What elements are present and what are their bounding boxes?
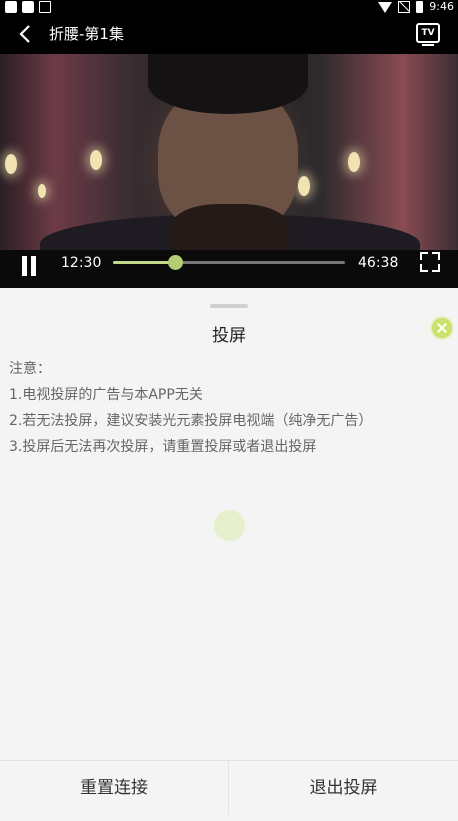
notification-icon bbox=[22, 1, 34, 13]
status-time: 9:46 bbox=[429, 0, 454, 13]
reset-connection-button[interactable]: 重置连接 bbox=[0, 761, 228, 821]
sim-icon bbox=[39, 1, 51, 13]
notice-item: 2.若无法投屏，建议安装光元素投屏电视端（纯净无广告） bbox=[9, 413, 373, 429]
cast-sheet: 投屏 注意： 1.电视投屏的广告与本APP无关 2.若无法投屏，建议安装光元素投… bbox=[0, 290, 458, 760]
close-icon[interactable] bbox=[432, 318, 452, 338]
seek-bar[interactable] bbox=[113, 255, 345, 270]
drag-handle[interactable] bbox=[210, 304, 248, 308]
video-title: 折腰-第1集 bbox=[49, 25, 124, 43]
player-header: 折腰-第1集 TV bbox=[0, 14, 458, 54]
notice-list: 注意： 1.电视投屏的广告与本APP无关 2.若无法投屏，建议安装光元素投屏电视… bbox=[9, 356, 372, 460]
notice-item: 3.投屏后无法再次投屏，请重置投屏或者退出投屏 bbox=[9, 439, 317, 455]
total-time: 46:38 bbox=[358, 255, 399, 271]
wifi-icon bbox=[378, 1, 393, 13]
current-time: 12:30 bbox=[61, 255, 102, 271]
notice-item: 1.电视投屏的广告与本APP无关 bbox=[9, 387, 203, 403]
notice-heading: 注意： bbox=[9, 361, 51, 377]
status-bar: 9:46 bbox=[0, 0, 458, 14]
video-frame[interactable] bbox=[0, 54, 458, 250]
seek-progress bbox=[113, 261, 176, 264]
tv-cast-icon[interactable]: TV bbox=[416, 23, 440, 46]
battery-icon bbox=[416, 1, 424, 13]
player-controls: 12:30 46:38 bbox=[0, 250, 458, 288]
bottom-bar: 重置连接 退出投屏 bbox=[0, 760, 458, 821]
no-signal-icon bbox=[398, 1, 411, 13]
seek-thumb[interactable] bbox=[168, 255, 184, 270]
loading-spinner bbox=[214, 510, 245, 541]
sheet-title: 投屏 bbox=[212, 326, 246, 346]
pause-icon[interactable] bbox=[20, 256, 38, 276]
notification-icon bbox=[5, 1, 17, 13]
back-arrow-icon[interactable] bbox=[16, 24, 36, 44]
fullscreen-icon[interactable] bbox=[420, 252, 440, 272]
exit-cast-button[interactable]: 退出投屏 bbox=[229, 761, 458, 821]
